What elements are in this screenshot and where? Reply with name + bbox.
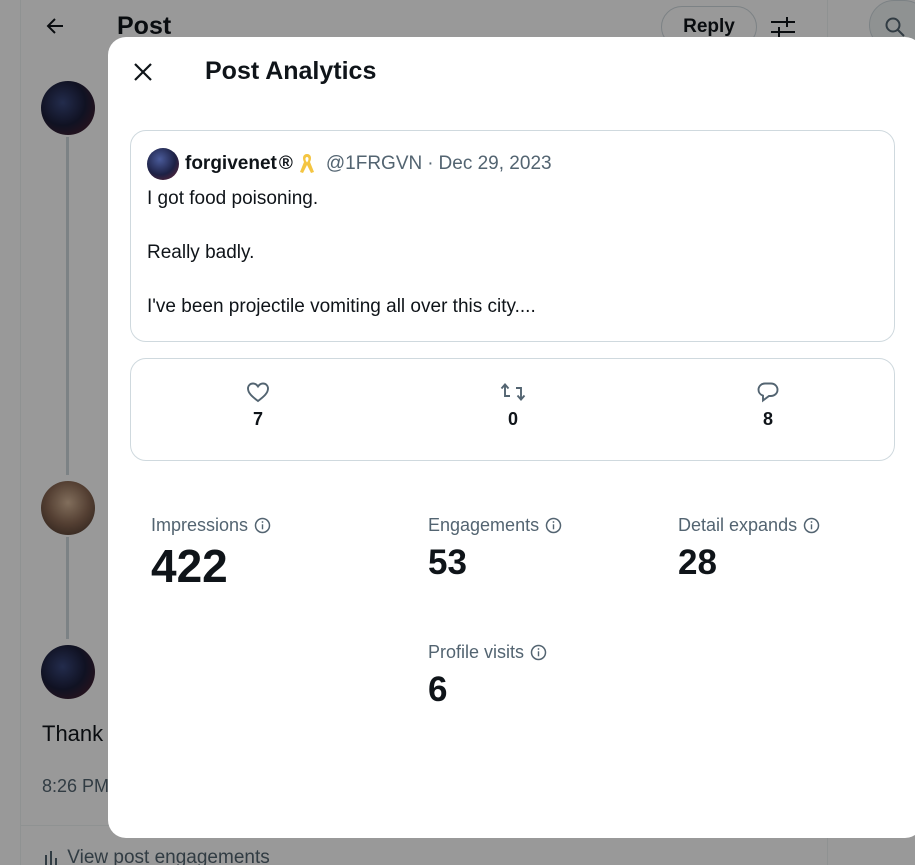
info-icon[interactable] (254, 517, 271, 534)
engagements-metric: Engagements 53 (428, 515, 562, 582)
likes-count: 7 (252, 409, 263, 429)
detail-expands-value: 28 (678, 543, 717, 582)
engagements-value: 53 (428, 543, 467, 582)
reply-icon (757, 382, 779, 403)
detail-expands-label: Detail expands (678, 515, 798, 535)
likes-stat[interactable]: 7 (228, 381, 288, 430)
post-paragraph: I've been projectile vomiting all over t… (147, 296, 536, 317)
post-preview-card[interactable]: forgivenet ® @1FRGVN · Dec 29, 2023 I go… (130, 130, 895, 342)
post-analytics-modal: Post Analytics forgivenet ® @1FRGVN · De… (108, 37, 915, 838)
post-header: forgivenet ® @1FRGVN · Dec 29, 2023 (147, 147, 878, 181)
post-body: I got food poisoning. Really badly. I've… (147, 187, 878, 319)
impressions-value: 422 (151, 540, 228, 592)
replies-count: 8 (762, 409, 773, 429)
metric-label-row: Profile visits (428, 642, 547, 663)
replies-stat[interactable]: 8 (738, 381, 798, 430)
metric-label-row: Engagements (428, 515, 562, 536)
metric-label-row: Impressions (151, 515, 271, 536)
info-icon[interactable] (545, 517, 562, 534)
engagement-stats-card: 7 0 8 (130, 358, 895, 461)
info-icon[interactable] (530, 644, 547, 661)
profile-visits-metric: Profile visits 6 (428, 642, 547, 709)
profile-visits-value: 6 (428, 670, 448, 709)
reposts-count: 0 (507, 409, 518, 429)
info-icon[interactable] (803, 517, 820, 534)
profile-visits-label: Profile visits (428, 642, 525, 662)
post-date[interactable]: Dec 29, 2023 (439, 153, 552, 175)
reposts-stat[interactable]: 0 (483, 381, 543, 430)
author-handle[interactable]: @1FRGVN (326, 153, 422, 175)
repost-icon (500, 383, 526, 401)
impressions-label: Impressions (151, 515, 249, 535)
metric-label-row: Detail expands (678, 515, 820, 536)
detail-expands-metric: Detail expands 28 (678, 515, 820, 582)
close-icon (134, 63, 152, 81)
close-button[interactable] (128, 57, 158, 87)
post-paragraph: Really badly. (147, 242, 255, 263)
post-paragraph: I got food poisoning. (147, 188, 319, 209)
registered-mark: ® (278, 153, 293, 174)
impressions-metric: Impressions 422 (151, 515, 271, 590)
modal-title: Post Analytics (205, 57, 377, 85)
ribbon-icon (299, 154, 314, 173)
avatar[interactable] (147, 148, 179, 180)
separator-dot: · (427, 153, 434, 174)
heart-icon (247, 382, 269, 403)
engagements-label: Engagements (428, 515, 540, 535)
author-name[interactable]: forgivenet (185, 153, 277, 175)
